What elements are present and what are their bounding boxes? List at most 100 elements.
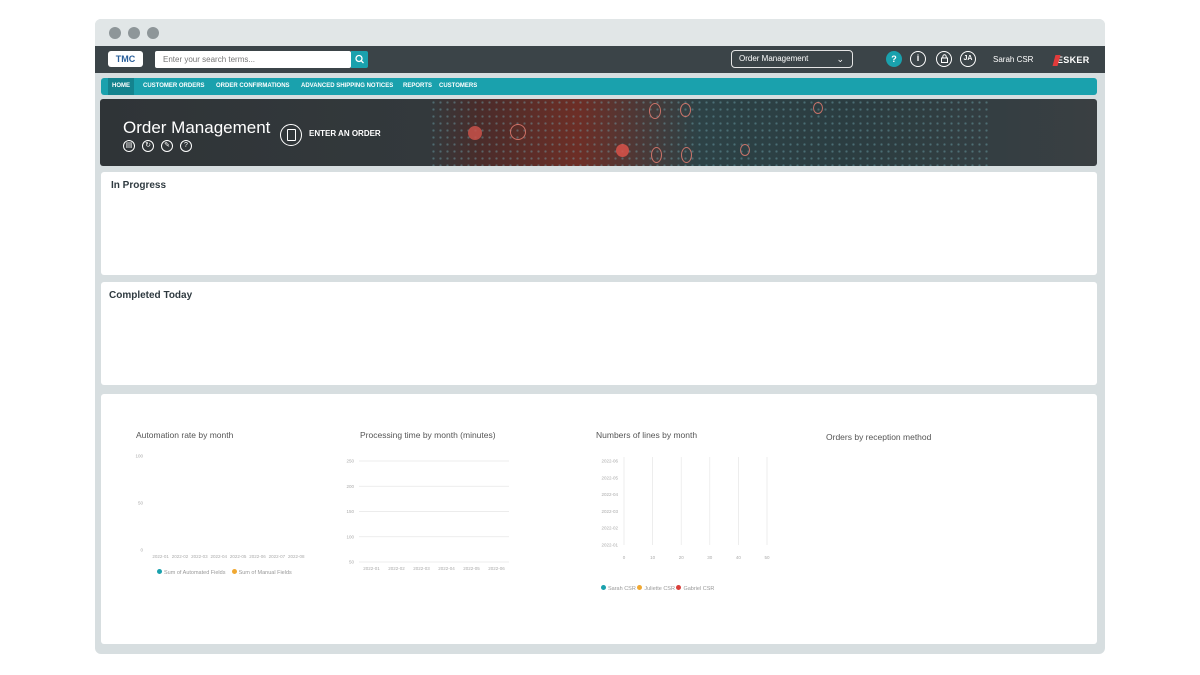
company-logo[interactable]: TMC — [108, 51, 143, 67]
legend-item: Juliette CSR — [637, 585, 675, 592]
legend-swatch — [637, 585, 643, 590]
chevron-down-icon: ⌄ — [836, 54, 844, 64]
x-tick-label: 2022-02 — [388, 566, 405, 571]
window-dot — [147, 27, 159, 39]
lines-legend: Sarah CSR Juliette CSR Gabriel CSR — [601, 585, 714, 592]
banner-decoration — [813, 102, 823, 114]
y-tick-label: 100 — [346, 534, 354, 539]
search-button[interactable] — [351, 51, 368, 68]
hero-banner: Order Management ▤ ↻ ✎ ? ENTER AN ORDER — [100, 99, 1097, 166]
x-tick-label: 2022-05 — [463, 566, 480, 571]
charts-panel: Automation rate by month 100 50 0 2022-01 20… — [101, 394, 1097, 644]
x-tick-label: 2022-05 — [230, 554, 247, 559]
x-tick-label: 0 — [623, 555, 626, 560]
y-tick-label: 0 — [140, 548, 143, 553]
y-tick-label: 2022-03 — [601, 509, 618, 514]
legend-swatch — [157, 569, 162, 574]
processing-chart: 250 200 150 100 50 2022-01 2022-02 2022-03 2022-… — [346, 459, 509, 571]
nav-reports[interactable]: REPORTS — [399, 78, 436, 95]
chart-icon[interactable]: ▤ — [123, 140, 135, 152]
legend-label: Sarah CSR — [608, 585, 636, 592]
nav-customer-orders[interactable]: CUSTOMER ORDERS — [139, 78, 209, 95]
avatar[interactable]: JA — [960, 51, 976, 67]
window-dot — [109, 27, 121, 39]
lines-chart-title: Numbers of lines by month — [596, 430, 698, 440]
x-tick-label: 2022-06 — [488, 566, 505, 571]
y-tick-label: 50 — [138, 501, 144, 506]
nav-home[interactable]: HOME — [108, 78, 134, 95]
y-tick-label: 2022-05 — [601, 475, 618, 480]
user-name[interactable]: Sarah CSR — [993, 46, 1033, 73]
banner-decoration — [616, 144, 629, 157]
window-titlebar — [95, 19, 1105, 46]
legend-swatch — [601, 585, 606, 590]
in-progress-panel: In Progress — [101, 172, 1097, 275]
y-tick-label: 250 — [346, 459, 354, 464]
nav-order-confirmations[interactable]: ORDER CONFIRMATIONS — [212, 78, 294, 95]
y-tick-label: 200 — [346, 484, 354, 489]
edit-icon[interactable]: ✎ — [161, 140, 173, 152]
x-tick-label: 20 — [679, 555, 685, 560]
x-tick-label: 2022-01 — [152, 554, 169, 559]
info-icon[interactable]: i — [910, 51, 926, 67]
banner-decoration — [680, 103, 691, 117]
automation-legend: Sum of Automated Fields Sum of Manual Fi… — [157, 569, 292, 576]
module-select-value: Order Management — [739, 54, 809, 63]
y-tick-label: 2022-04 — [601, 492, 618, 497]
legend-label: Sum of Manual Fields — [238, 569, 292, 576]
module-select[interactable]: Order Management ⌄ — [731, 50, 853, 68]
legend-item: Sarah CSR — [601, 585, 636, 592]
x-tick-label: 2022-08 — [288, 554, 305, 559]
help-small-icon[interactable]: ? — [180, 140, 192, 152]
y-tick-label: 2022-02 — [601, 526, 618, 531]
banner-decoration — [510, 124, 526, 140]
legend-item: Gabriel CSR — [676, 585, 715, 592]
in-progress-title: In Progress — [111, 180, 167, 191]
y-tick-label: 2022-01 — [601, 543, 618, 548]
main-nav: HOME CUSTOMER ORDERS ORDER CONFIRMATIONS… — [101, 78, 1097, 95]
x-tick-label: 2022-07 — [269, 554, 286, 559]
x-tick-label: 2022-02 — [172, 554, 189, 559]
x-tick-label: 2022-04 — [438, 566, 455, 571]
y-tick-label: 50 — [349, 560, 355, 565]
refresh-icon[interactable]: ↻ — [142, 140, 154, 152]
help-icon[interactable]: ? — [886, 51, 902, 67]
legend-item: Sum of Automated Fields — [157, 569, 226, 576]
app-header: TMC Order Management ⌄ ? i JA Sarah CSR … — [95, 46, 1105, 73]
nav-advanced-shipping-notices[interactable]: ADVANCED SHIPPING NOTICES — [297, 78, 397, 95]
enter-order-button[interactable]: ENTER AN ORDER — [309, 129, 381, 138]
search-input[interactable] — [155, 51, 351, 68]
page-title: Order Management — [123, 118, 271, 137]
y-tick-label: 2022-06 — [601, 459, 618, 464]
enter-order-icon[interactable] — [280, 124, 302, 146]
lock-icon[interactable] — [936, 51, 952, 67]
x-tick-label: 40 — [736, 555, 742, 560]
legend-swatch — [676, 585, 682, 590]
legend-item: Sum of Manual Fields — [231, 569, 292, 576]
x-tick-label: 50 — [764, 555, 770, 560]
x-tick-label: 30 — [707, 555, 713, 560]
x-tick-label: 2022-01 — [363, 566, 380, 571]
completed-today-panel: Completed Today — [101, 282, 1097, 385]
y-tick-label: 150 — [346, 509, 354, 514]
lock-glyph-icon — [940, 54, 948, 63]
reception-chart-title: Orders by reception method — [826, 432, 932, 442]
banner-decoration — [468, 126, 482, 140]
processing-chart-title: Processing time by month (minutes) — [360, 430, 496, 440]
legend-label: Gabriel CSR — [683, 585, 715, 592]
y-tick-label: 100 — [135, 454, 143, 459]
banner-decoration — [740, 144, 750, 156]
window-dot — [128, 27, 140, 39]
legend-swatch — [231, 569, 237, 574]
legend-label: Sum of Automated Fields — [164, 569, 226, 576]
banner-decoration — [651, 147, 662, 163]
completed-today-title: Completed Today — [109, 290, 193, 301]
x-tick-label: 10 — [650, 555, 656, 560]
esker-logo: ESKER — [1057, 46, 1090, 75]
nav-customers[interactable]: CUSTOMERS — [435, 78, 481, 95]
browser-window: TMC Order Management ⌄ ? i JA Sarah CSR … — [95, 19, 1105, 654]
banner-decoration — [649, 103, 661, 119]
lines-chart: 0 10 20 30 40 50 2022-06 2022-05 2022-04 2022-03 2… — [601, 457, 770, 560]
legend-label: Juliette CSR — [644, 585, 675, 592]
x-tick-label: 2022-03 — [413, 566, 430, 571]
